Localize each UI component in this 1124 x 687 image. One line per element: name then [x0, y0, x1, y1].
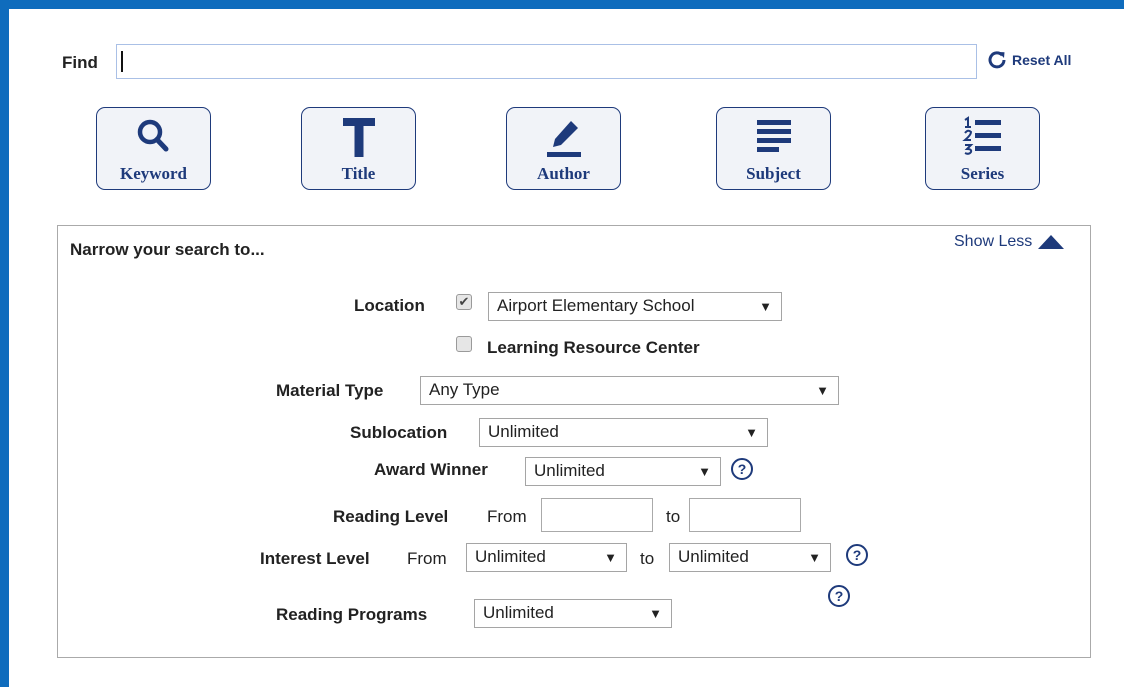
show-less-label: Show Less [954, 233, 1033, 250]
reading-level-from-label: From [487, 507, 527, 526]
material-type-value: Any Type [429, 380, 500, 399]
award-winner-label: Award Winner [374, 460, 488, 479]
lines-icon [756, 120, 791, 152]
reading-programs-select[interactable]: Unlimited ▼ [474, 599, 672, 628]
lrc-label: Learning Resource Center [487, 338, 700, 357]
dropdown-arrow-icon: ▼ [649, 606, 662, 621]
find-input[interactable] [116, 44, 977, 79]
series-button-label: Series [960, 164, 1005, 183]
location-label: Location [354, 296, 425, 315]
reading-level-to-input[interactable] [689, 498, 801, 532]
reading-level-from-input[interactable] [541, 498, 653, 532]
show-less-toggle[interactable]: Show Less [954, 233, 1065, 251]
location-checkbox[interactable]: ✔ [456, 294, 472, 310]
title-search-button[interactable]: Title [301, 107, 416, 190]
numbered-list-icon [961, 116, 1001, 155]
location-select[interactable]: Airport Elementary School ▼ [488, 292, 782, 321]
subject-button-label: Subject [746, 164, 801, 183]
dropdown-arrow-icon: ▼ [759, 299, 772, 314]
author-button-label: Author [537, 164, 590, 183]
interest-level-from-select[interactable]: Unlimited ▼ [466, 543, 627, 572]
lrc-checkbox[interactable] [456, 336, 472, 352]
sublocation-value: Unlimited [488, 422, 559, 441]
keyword-button-label: Keyword [119, 164, 188, 183]
text-cursor [121, 51, 123, 72]
author-search-button[interactable]: Author [506, 107, 621, 190]
pencil-icon [546, 121, 581, 157]
window-frame-left [0, 0, 9, 687]
material-type-label: Material Type [276, 381, 384, 400]
award-winner-select[interactable]: Unlimited ▼ [525, 457, 721, 486]
title-button-label: Title [341, 164, 376, 183]
award-winner-help-icon[interactable]: ? [731, 458, 753, 480]
subject-search-button[interactable]: Subject [716, 107, 831, 190]
narrow-search-title: Narrow your search to... [70, 240, 265, 259]
reading-level-label: Reading Level [333, 507, 449, 526]
sublocation-label: Sublocation [350, 423, 448, 442]
interest-level-to-value: Unlimited [678, 547, 749, 566]
magnifier-icon [137, 119, 168, 152]
reset-all-button[interactable]: Reset All [987, 50, 1071, 70]
find-label: Find [62, 53, 98, 72]
dropdown-arrow-icon: ▼ [745, 425, 758, 440]
interest-level-from-label: From [407, 549, 447, 568]
sublocation-select[interactable]: Unlimited ▼ [479, 418, 768, 447]
dropdown-arrow-icon: ▼ [604, 550, 617, 565]
window-frame-top [0, 0, 1124, 9]
reading-programs-help-icon[interactable]: ? [828, 585, 850, 607]
triangle-up-icon [1038, 235, 1065, 249]
reading-programs-value: Unlimited [483, 603, 554, 622]
reading-level-to-label: to [666, 507, 681, 526]
dropdown-arrow-icon: ▼ [698, 464, 711, 479]
series-search-button[interactable]: Series [925, 107, 1040, 190]
interest-level-to-label: to [640, 549, 655, 568]
letter-t-icon [342, 118, 375, 157]
dropdown-arrow-icon: ▼ [816, 383, 829, 398]
interest-level-from-value: Unlimited [475, 547, 546, 566]
refresh-icon [988, 51, 1006, 69]
award-winner-value: Unlimited [534, 461, 605, 480]
dropdown-arrow-icon: ▼ [808, 550, 821, 565]
reading-programs-label: Reading Programs [276, 605, 428, 624]
interest-level-label: Interest Level [260, 549, 370, 568]
location-select-value: Airport Elementary School [497, 296, 695, 315]
interest-level-to-select[interactable]: Unlimited ▼ [669, 543, 831, 572]
reset-all-label: Reset All [1012, 52, 1072, 68]
keyword-search-button[interactable]: Keyword [96, 107, 211, 190]
interest-level-help-icon[interactable]: ? [846, 544, 868, 566]
material-type-select[interactable]: Any Type ▼ [420, 376, 839, 405]
